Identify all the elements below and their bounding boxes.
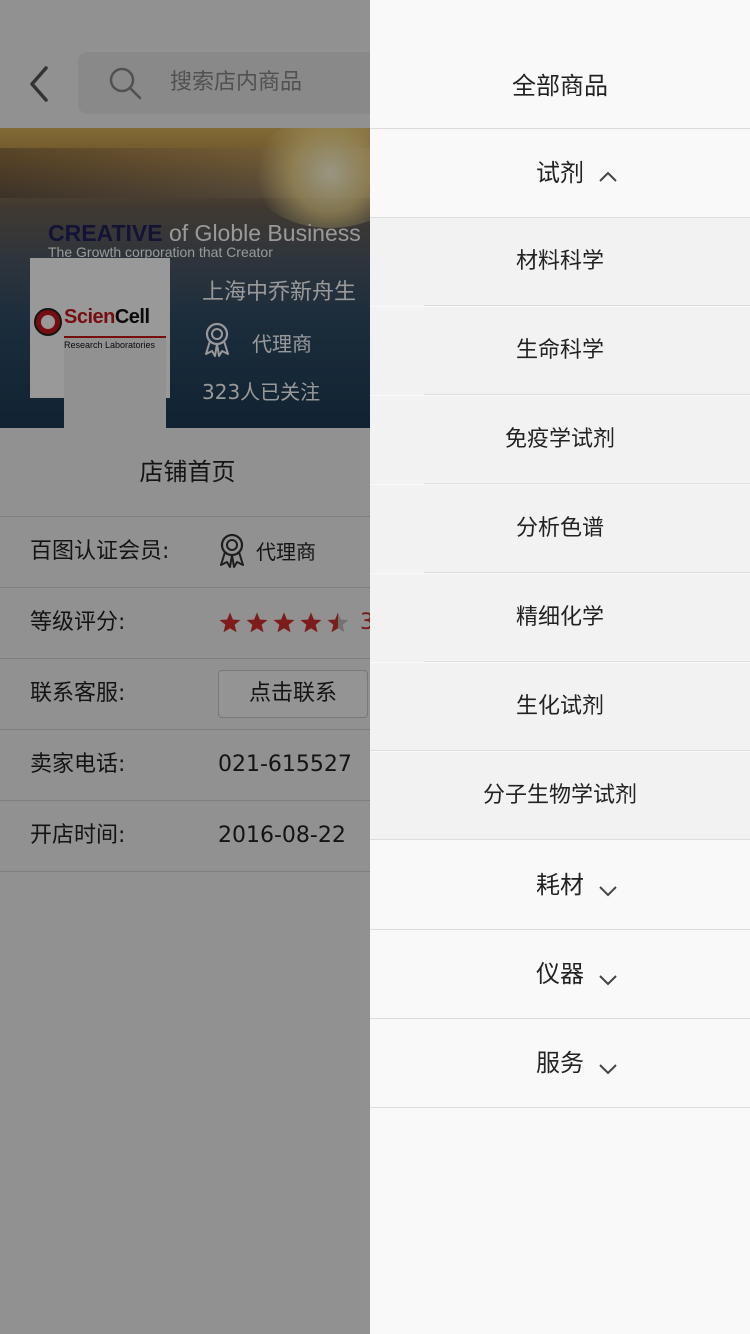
subcategory-label: 免疫学试剂 [504, 427, 615, 452]
chevron-down-icon [599, 886, 617, 897]
subcategory-label: 材料科学 [515, 249, 604, 274]
chevron-down-icon [599, 975, 617, 986]
category-label: 仪器 [536, 960, 584, 988]
subcategory-item[interactable]: 分子生物学试剂 [370, 752, 750, 840]
chevron-down-icon [599, 1064, 617, 1075]
subcategory-item[interactable]: 材料科学 [370, 218, 750, 306]
subcategory-label: 生化试剂 [515, 694, 604, 719]
subcategory-item[interactable]: 生化试剂 [370, 663, 750, 751]
category-reagents[interactable]: 试剂 [370, 129, 750, 218]
chevron-up-icon [599, 171, 617, 182]
subcategory-item[interactable]: 分析色谱 [370, 485, 750, 573]
subcategory-label: 分子生物学试剂 [482, 783, 637, 808]
category-services[interactable]: 服务 [370, 1019, 750, 1108]
category-label: 试剂 [536, 159, 584, 187]
category-drawer: 全部商品 试剂 材料科学 生命科学 免疫学试剂 分析色谱 精细化学 生化试剂 分… [370, 0, 750, 1334]
subcategory-label: 生命科学 [515, 338, 604, 363]
category-label: 耗材 [536, 871, 584, 899]
subcategory-item[interactable]: 生命科学 [370, 307, 750, 395]
subcategory-item[interactable]: 免疫学试剂 [370, 396, 750, 484]
subcategory-item[interactable]: 精细化学 [370, 574, 750, 662]
category-consumables[interactable]: 耗材 [370, 841, 750, 930]
category-instruments[interactable]: 仪器 [370, 930, 750, 1019]
subcategory-label: 分析色谱 [515, 516, 604, 541]
drawer-title-all-products[interactable]: 全部商品 [370, 40, 750, 129]
subcategory-label: 精细化学 [515, 605, 604, 630]
category-label: 服务 [536, 1049, 584, 1077]
